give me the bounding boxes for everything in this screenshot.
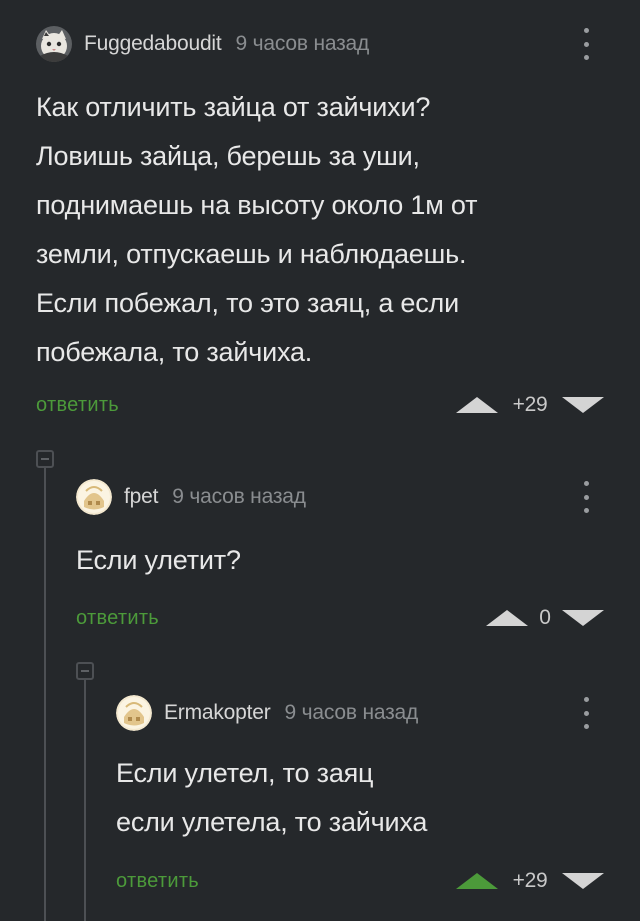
- comment-header: Fuggedaboudit 9 часов назад: [36, 24, 369, 64]
- reply-link[interactable]: ответить: [36, 394, 119, 417]
- upvote-arrow-icon[interactable]: [456, 397, 498, 413]
- timestamp: 9 часов назад: [284, 701, 419, 724]
- reply-link[interactable]: ответить: [116, 870, 199, 893]
- comment-text: Как отличить зайца от зайчихи? Ловишь за…: [36, 83, 477, 377]
- comment-text-line: поднимаешь на высоту около 1м от: [36, 190, 478, 220]
- downvote-arrow-icon[interactable]: [562, 610, 604, 626]
- comment-text-line: Как отличить зайца от зайчихи?: [36, 92, 431, 122]
- upvote-arrow-icon[interactable]: [456, 873, 498, 889]
- username[interactable]: fpet: [124, 485, 158, 509]
- comment-text-line: Если побежал, то это заяц, а если: [36, 288, 459, 318]
- kebab-menu-icon[interactable]: [583, 28, 589, 60]
- downvote-arrow-icon[interactable]: [562, 873, 604, 889]
- comment-text: Если улетит?: [76, 536, 241, 585]
- comment-text-line: побежала, то зайчиха.: [36, 337, 313, 367]
- cat-avatar[interactable]: [36, 26, 72, 62]
- kebab-menu-icon[interactable]: [583, 697, 589, 729]
- vote-score: +29: [512, 393, 548, 416]
- default-avatar[interactable]: [116, 695, 152, 731]
- timestamp: 9 часов назад: [235, 32, 370, 55]
- comment-text-line: Ловишь зайца, берешь за уши,: [36, 141, 420, 171]
- comment-text-line: если улетела, то зайчиха: [116, 807, 428, 837]
- thread-line: [44, 466, 46, 921]
- vote-controls: +29: [456, 867, 604, 895]
- vote-score: +29: [512, 869, 548, 892]
- comment-text-line: Если улетит?: [76, 545, 241, 575]
- username[interactable]: Ermakopter: [164, 701, 271, 725]
- downvote-arrow-icon[interactable]: [562, 397, 604, 413]
- collapse-thread-icon[interactable]: [36, 450, 54, 468]
- vote-controls: +29: [456, 391, 604, 419]
- collapse-thread-icon[interactable]: [76, 662, 94, 680]
- reply-link[interactable]: ответить: [76, 607, 159, 630]
- default-avatar[interactable]: [76, 479, 112, 515]
- comment-text-line: земли, отпускаешь и наблюдаешь.: [36, 239, 467, 269]
- vote-score: 0: [539, 606, 551, 629]
- comment-text: Если улетел, то заяц если улетела, то за…: [116, 749, 427, 847]
- thread-line: [84, 678, 86, 921]
- upvote-arrow-icon[interactable]: [486, 610, 528, 626]
- kebab-menu-icon[interactable]: [583, 481, 589, 513]
- comment-header: fpet 9 часов назад: [76, 477, 306, 517]
- comment-header: Ermakopter 9 часов назад: [116, 693, 418, 733]
- comment-text-line: Если улетел, то заяц: [116, 758, 374, 788]
- timestamp: 9 часов назад: [172, 485, 306, 508]
- vote-controls: 0: [486, 604, 604, 632]
- username[interactable]: Fuggedaboudit: [84, 32, 222, 56]
